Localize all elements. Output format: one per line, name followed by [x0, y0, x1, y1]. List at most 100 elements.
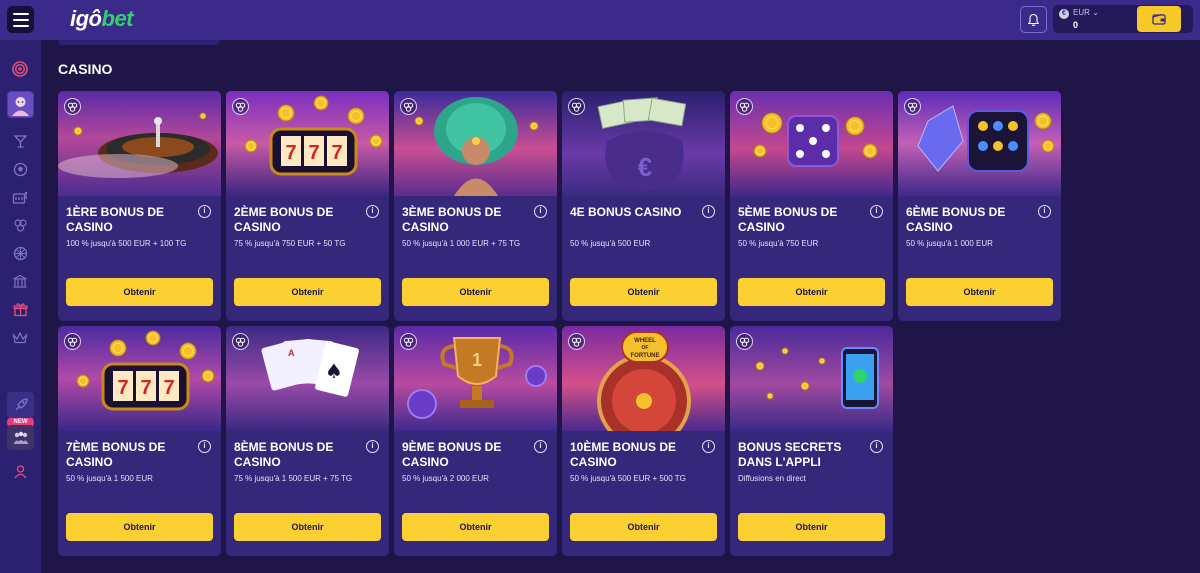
bonus-type-icon: [64, 98, 81, 115]
obtain-button[interactable]: Obtenir: [570, 278, 717, 306]
bonus-type-icon: [568, 98, 585, 115]
deposit-wallet-button[interactable]: [1137, 6, 1181, 32]
bonus-type-icon: [736, 98, 753, 115]
obtain-button[interactable]: Obtenir: [738, 278, 885, 306]
rocket-icon: [15, 398, 28, 411]
bonus-title: 4E BONUS CASINO: [570, 205, 682, 219]
igobet-logo[interactable]: igôbet: [70, 6, 133, 32]
wallet-icon: [1152, 13, 1166, 25]
bonus-type-icon: [400, 333, 417, 350]
svg-text:7: 7: [331, 142, 342, 164]
sidebar-item-wheel[interactable]: [8, 241, 32, 265]
info-icon[interactable]: i: [870, 440, 883, 453]
menu-line: [12, 18, 29, 21]
info-icon[interactable]: i: [198, 440, 211, 453]
currency-selector[interactable]: EUR ⌄: [1073, 8, 1099, 17]
phone-illustration: [730, 326, 893, 431]
bonus-description: 100 % jusqu'à 500 EUR + 100 TG: [66, 239, 187, 248]
svg-text:OF: OF: [642, 345, 649, 351]
bonus-description: 75 % jusqu'à 1 500 EUR + 75 TG: [234, 474, 353, 483]
info-icon[interactable]: i: [534, 440, 547, 453]
bonus-card[interactable]: 6ÈME BONUS DE CASINO i 50 % jusqu'à 1 000 …: [898, 91, 1061, 321]
sidebar-item-live[interactable]: [7, 425, 34, 450]
info-icon[interactable]: i: [702, 205, 715, 218]
bonus-description: 50 % jusqu'à 750 EUR: [738, 239, 819, 248]
sidebar-item-bonuses[interactable]: [8, 213, 32, 237]
obtain-button[interactable]: Obtenir: [906, 278, 1053, 306]
bonus-title: 1ÈRE BONUS DE CASINO: [66, 205, 165, 234]
bonus-description: 50 % jusqu'à 1 500 EUR: [66, 474, 153, 483]
search-bar-remnant: [58, 40, 220, 45]
menu-line: [12, 24, 29, 27]
trophy-illustration: 1: [394, 326, 557, 431]
bonus-card[interactable]: BONUS SECRETS DANS L'APPLI i Diffusions en…: [730, 326, 893, 556]
obtain-button[interactable]: Obtenir: [570, 513, 717, 541]
sidebar-item-crash[interactable]: [7, 392, 34, 418]
sidebar-item-slots[interactable]: [8, 185, 32, 209]
bonus-type-icon: [400, 98, 417, 115]
bonus-title: 9ÈME BONUS DE CASINO: [402, 440, 502, 469]
sidebar: NEW: [0, 40, 41, 573]
info-icon[interactable]: i: [366, 440, 379, 453]
info-icon[interactable]: i: [870, 205, 883, 218]
bonus-description: 50 % jusqu'à 500 EUR + 500 TG: [570, 474, 686, 483]
balance-value: 0: [1073, 20, 1079, 30]
bonus-title: 5ÈME BONUS DE CASINO: [738, 205, 838, 234]
logo-text-igo: igô: [70, 6, 102, 31]
bonus-card[interactable]: 5ÈME BONUS DE CASINO i 50 % jusqu'à 750 EU…: [730, 91, 893, 321]
sidebar-item-profile[interactable]: [8, 459, 32, 483]
roulette-illustration: [58, 91, 221, 196]
obtain-button[interactable]: Obtenir: [234, 513, 381, 541]
obtain-button[interactable]: Obtenir: [738, 513, 885, 541]
sidebar-item-bank[interactable]: [8, 269, 32, 293]
bonus-card[interactable]: €4E BONUS CASINO i 50 % jusqu'à 500 EUR Obt…: [562, 91, 725, 321]
sidebar-item-avatar[interactable]: [7, 91, 34, 118]
user-icon: [13, 464, 27, 478]
chevron-down-icon: ⌄: [1092, 8, 1099, 17]
bonus-card[interactable]: 7 7 7 2ÈME BONUS DE CASINO i 75 % jusqu'à 750…: [226, 91, 389, 321]
slot777-illustration: 777: [226, 91, 389, 196]
bonus-card[interactable]: WHEEL OF FORTUNE 10ÈME BONUS DE CASINO i 50 %…: [562, 326, 725, 556]
bonus-description: 50 % jusqu'à 1 000 EUR + 75 TG: [402, 239, 521, 248]
bonus-description: 50 % jusqu'à 2 000 EUR: [402, 474, 489, 483]
bonus-title: BONUS SECRETS DANS L'APPLI: [738, 440, 842, 469]
bonus-description: 75 % jusqu'à 750 EUR + 50 TG: [234, 239, 346, 248]
notifications-button[interactable]: [1020, 6, 1047, 33]
bonus-card[interactable]: 1ÈRE BONUS DE CASINO i 100 % jusqu'à 500 E…: [58, 91, 221, 321]
info-icon[interactable]: i: [534, 205, 547, 218]
info-icon[interactable]: i: [198, 205, 211, 218]
sidebar-item-gifts[interactable]: [8, 297, 32, 321]
obtain-button[interactable]: Obtenir: [66, 513, 213, 541]
bonus-card[interactable]: 3ÈME BONUS DE CASINO i 50 % jusqu'à 1 000 …: [394, 91, 557, 321]
wheel-icon: [13, 246, 27, 260]
bonus-card[interactable]: 1 9ÈME BONUS DE CASINO i 50 % jusqu'à 2 000…: [394, 326, 557, 556]
svg-text:7: 7: [285, 142, 296, 164]
crowd-icon: [13, 431, 28, 444]
bonus-type-icon: [64, 333, 81, 350]
svg-text:FORTUNE: FORTUNE: [631, 353, 660, 359]
avatar-icon: [8, 92, 33, 117]
bonus-card[interactable]: 7 7 7 7ÈME BONUS DE CASINO i 50 % jusqu'à 1 5…: [58, 326, 221, 556]
obtain-button[interactable]: Obtenir: [402, 513, 549, 541]
slot-machine-icon: [12, 191, 28, 204]
obtain-button[interactable]: Obtenir: [234, 278, 381, 306]
info-icon[interactable]: i: [702, 440, 715, 453]
obtain-button[interactable]: Obtenir: [402, 278, 549, 306]
sidebar-item-vip[interactable]: [8, 326, 32, 350]
bonus-card[interactable]: ♠ A 8ÈME BONUS DE CASINO i 75 % jusqu'à 1 50…: [226, 326, 389, 556]
bonus-circles-icon: [13, 218, 27, 232]
info-icon[interactable]: i: [366, 205, 379, 218]
sidebar-item-sports[interactable]: [8, 157, 32, 181]
bonus-type-icon: [904, 98, 921, 115]
bonus-title: 10ÈME BONUS DE CASINO: [570, 440, 677, 469]
svg-text:A: A: [288, 348, 295, 358]
info-icon[interactable]: i: [1038, 205, 1051, 218]
hamburger-menu-button[interactable]: [7, 6, 34, 33]
svg-text:7: 7: [308, 142, 319, 164]
bonus-title: 7ÈME BONUS DE CASINO: [66, 440, 166, 469]
sidebar-item-cocktail[interactable]: [8, 129, 32, 153]
bank-icon: [13, 274, 27, 288]
bonus-type-icon: [232, 333, 249, 350]
sidebar-item-target[interactable]: [8, 57, 32, 81]
obtain-button[interactable]: Obtenir: [66, 278, 213, 306]
